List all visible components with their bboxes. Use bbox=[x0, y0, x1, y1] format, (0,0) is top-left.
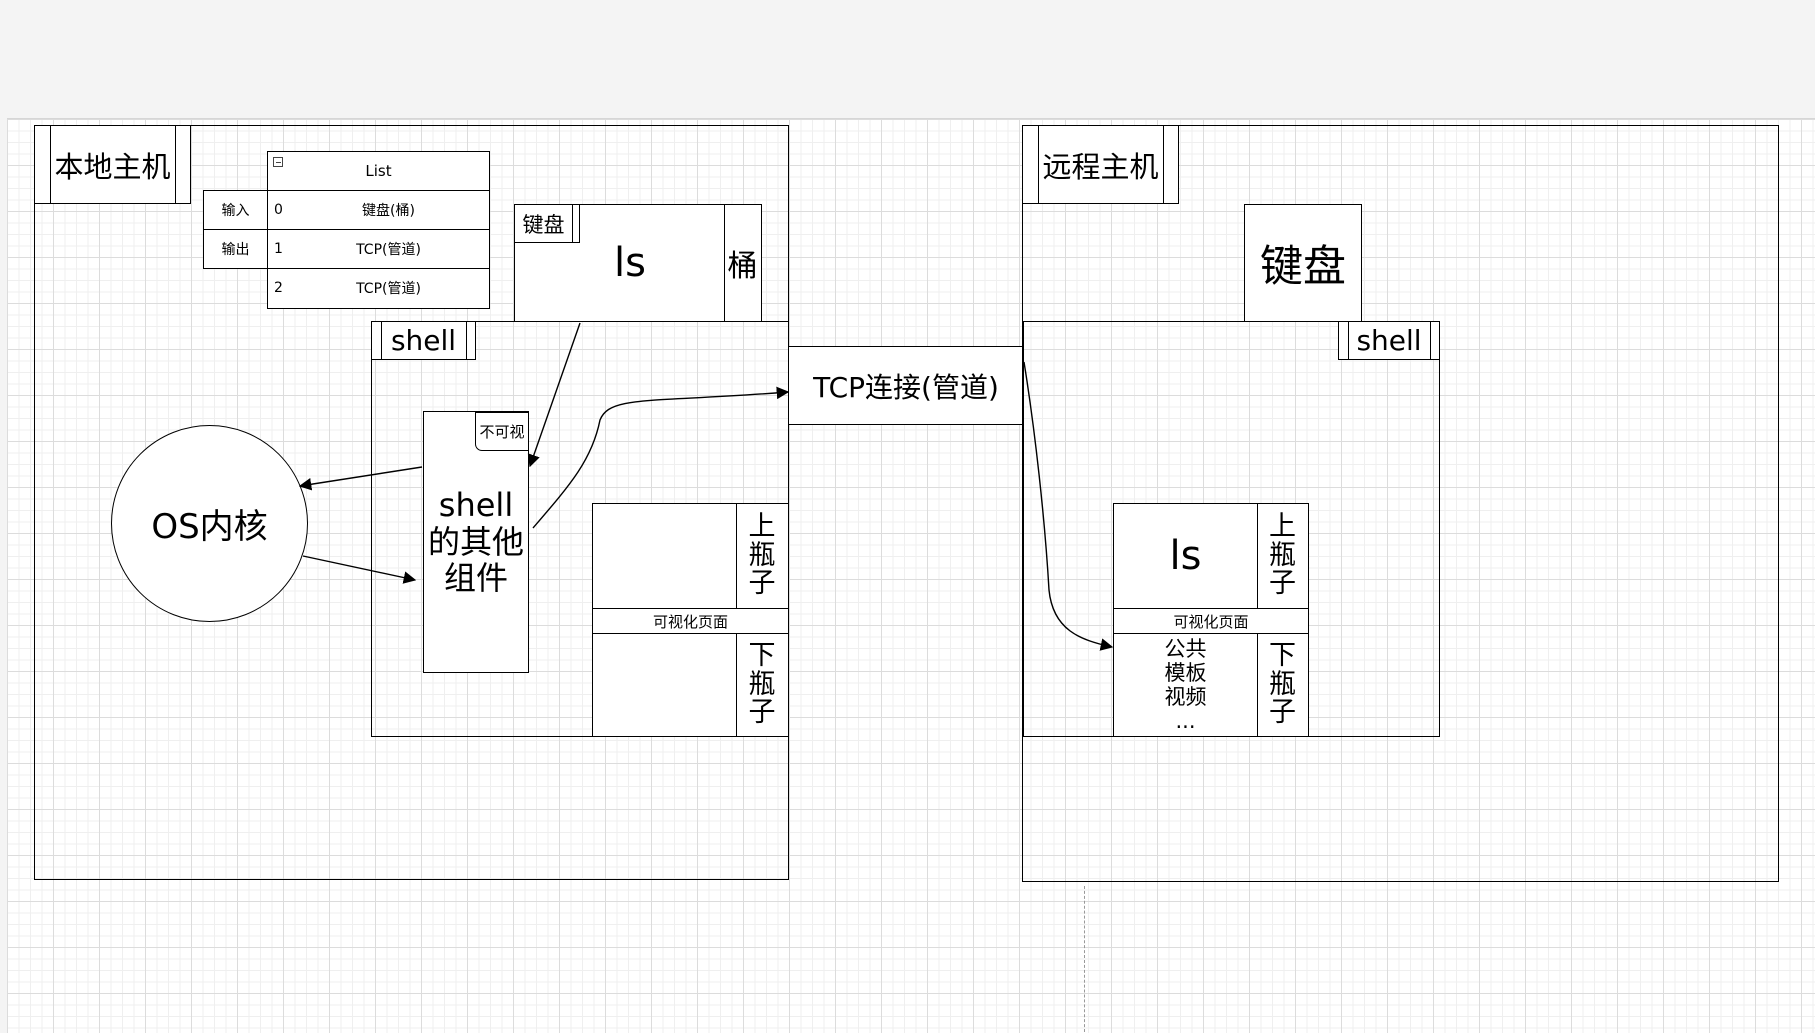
local-host-title-box[interactable]: 本地主机 bbox=[34, 125, 191, 204]
page-break-line bbox=[1084, 886, 1085, 1032]
tcp-connection[interactable]: TCP连接(管道) bbox=[788, 346, 1024, 425]
local-visible-page[interactable]: 可视化页面 bbox=[592, 608, 789, 634]
public-item: ... bbox=[1175, 709, 1196, 734]
os-kernel[interactable]: OS内核 bbox=[111, 425, 308, 622]
invisible-tag[interactable]: 不可视 bbox=[475, 412, 529, 451]
input-label: 输入 bbox=[221, 203, 250, 219]
shell-other-components-label: shell 的其他 组件 bbox=[424, 472, 528, 612]
list-row-value: TCP(管道) bbox=[356, 280, 421, 297]
bottle-char: 瓶 bbox=[1269, 539, 1296, 571]
public-items-list: 公共 模板 视频 ... bbox=[1114, 634, 1257, 736]
invisible-label: 不可视 bbox=[479, 423, 525, 441]
remote-keyboard[interactable]: 键盘 bbox=[1244, 204, 1362, 322]
bottle-char: 子 bbox=[1269, 568, 1296, 600]
remote-visible-page[interactable]: 可视化页面 bbox=[1113, 608, 1309, 634]
input-label-box[interactable]: 输入 bbox=[203, 190, 268, 230]
list-row-index: 0 bbox=[274, 201, 283, 218]
lower-bottle-label: 下 瓶 子 bbox=[1257, 634, 1308, 736]
remote-keyboard-label: 键盘 bbox=[1260, 242, 1346, 292]
bottle-char: 子 bbox=[748, 697, 776, 729]
bottle-char: 瓶 bbox=[748, 539, 776, 571]
shell-other-line: shell bbox=[438, 485, 514, 524]
list-row-value: TCP(管道) bbox=[356, 241, 421, 258]
list-table[interactable]: List 0 键盘(桶) 1 TCP(管道) 2 TCP(管道) bbox=[267, 151, 490, 309]
list-row-index: 1 bbox=[274, 240, 283, 257]
os-kernel-label: OS内核 bbox=[151, 507, 268, 547]
local-host-title: 本地主机 bbox=[54, 149, 171, 184]
lower-bottle-label: 下 瓶 子 bbox=[736, 634, 788, 736]
remote-host-title-box[interactable]: 远程主机 bbox=[1022, 125, 1179, 204]
remote-upper-bottle[interactable]: ls 上 瓶 子 bbox=[1113, 503, 1309, 609]
public-item: 公共 bbox=[1164, 636, 1207, 661]
keyboard-tag[interactable]: 键盘 bbox=[514, 204, 580, 243]
public-item: 模板 bbox=[1164, 660, 1207, 685]
bottle-char: 子 bbox=[1269, 697, 1296, 729]
bottle-char: 子 bbox=[748, 568, 776, 600]
output-label-box[interactable]: 输出 bbox=[203, 229, 268, 269]
visible-page-label: 可视化页面 bbox=[1173, 612, 1249, 631]
keyboard-tag-label: 键盘 bbox=[522, 212, 565, 237]
tcp-connection-label: TCP连接(管道) bbox=[813, 370, 999, 404]
remote-shell-label: shell bbox=[1356, 324, 1422, 357]
bottle-char: 上 bbox=[748, 511, 776, 543]
bottle-char: 下 bbox=[1269, 640, 1296, 672]
public-item: 视频 bbox=[1164, 685, 1207, 709]
list-row-index: 2 bbox=[274, 279, 283, 296]
bucket-label: 桶 bbox=[727, 249, 758, 284]
remote-ls-label: ls bbox=[1169, 533, 1202, 579]
local-upper-bottle[interactable]: 上 瓶 子 bbox=[592, 503, 789, 609]
local-shell-label: shell bbox=[390, 324, 457, 357]
visible-page-label: 可视化页面 bbox=[652, 612, 728, 631]
local-lower-bottle[interactable]: 下 瓶 子 bbox=[592, 633, 789, 737]
upper-bottle-label: 上 瓶 子 bbox=[1257, 504, 1308, 608]
bottle-char: 瓶 bbox=[748, 668, 776, 700]
remote-host-title: 远程主机 bbox=[1042, 149, 1159, 184]
bottle-char: 上 bbox=[1269, 511, 1296, 543]
bottle-char: 瓶 bbox=[1269, 668, 1296, 700]
local-shell-tag[interactable]: shell bbox=[371, 321, 476, 360]
upper-bottle-label: 上 瓶 子 bbox=[736, 504, 788, 608]
bottle-char: 下 bbox=[748, 640, 776, 672]
output-label: 输出 bbox=[221, 242, 250, 258]
list-header: List bbox=[365, 162, 392, 180]
remote-lower-bottle[interactable]: 公共 模板 视频 ... 下 瓶 子 bbox=[1113, 633, 1309, 737]
shell-other-line: 组件 bbox=[443, 559, 508, 598]
shell-other-line: 的其他 bbox=[427, 522, 524, 561]
list-row-value: 键盘(桶) bbox=[362, 202, 415, 219]
remote-shell-tag[interactable]: shell bbox=[1338, 321, 1440, 360]
